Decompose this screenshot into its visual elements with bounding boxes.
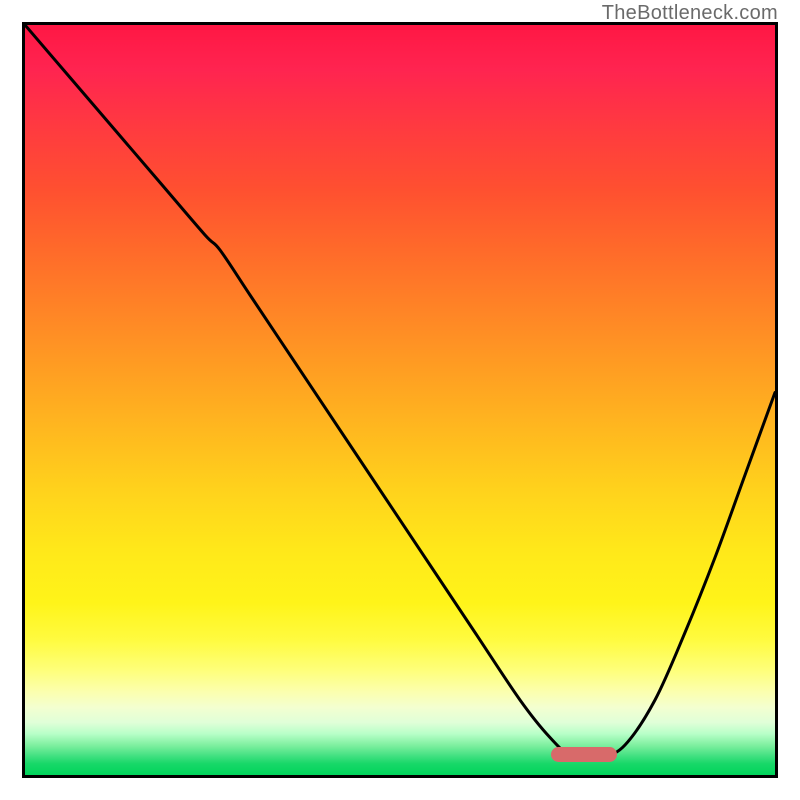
plot-area	[22, 22, 778, 778]
bottleneck-curve-line	[25, 25, 775, 758]
curve-layer	[25, 25, 775, 775]
bottleneck-chart: TheBottleneck.com	[0, 0, 800, 800]
optimal-range-marker	[551, 747, 617, 762]
